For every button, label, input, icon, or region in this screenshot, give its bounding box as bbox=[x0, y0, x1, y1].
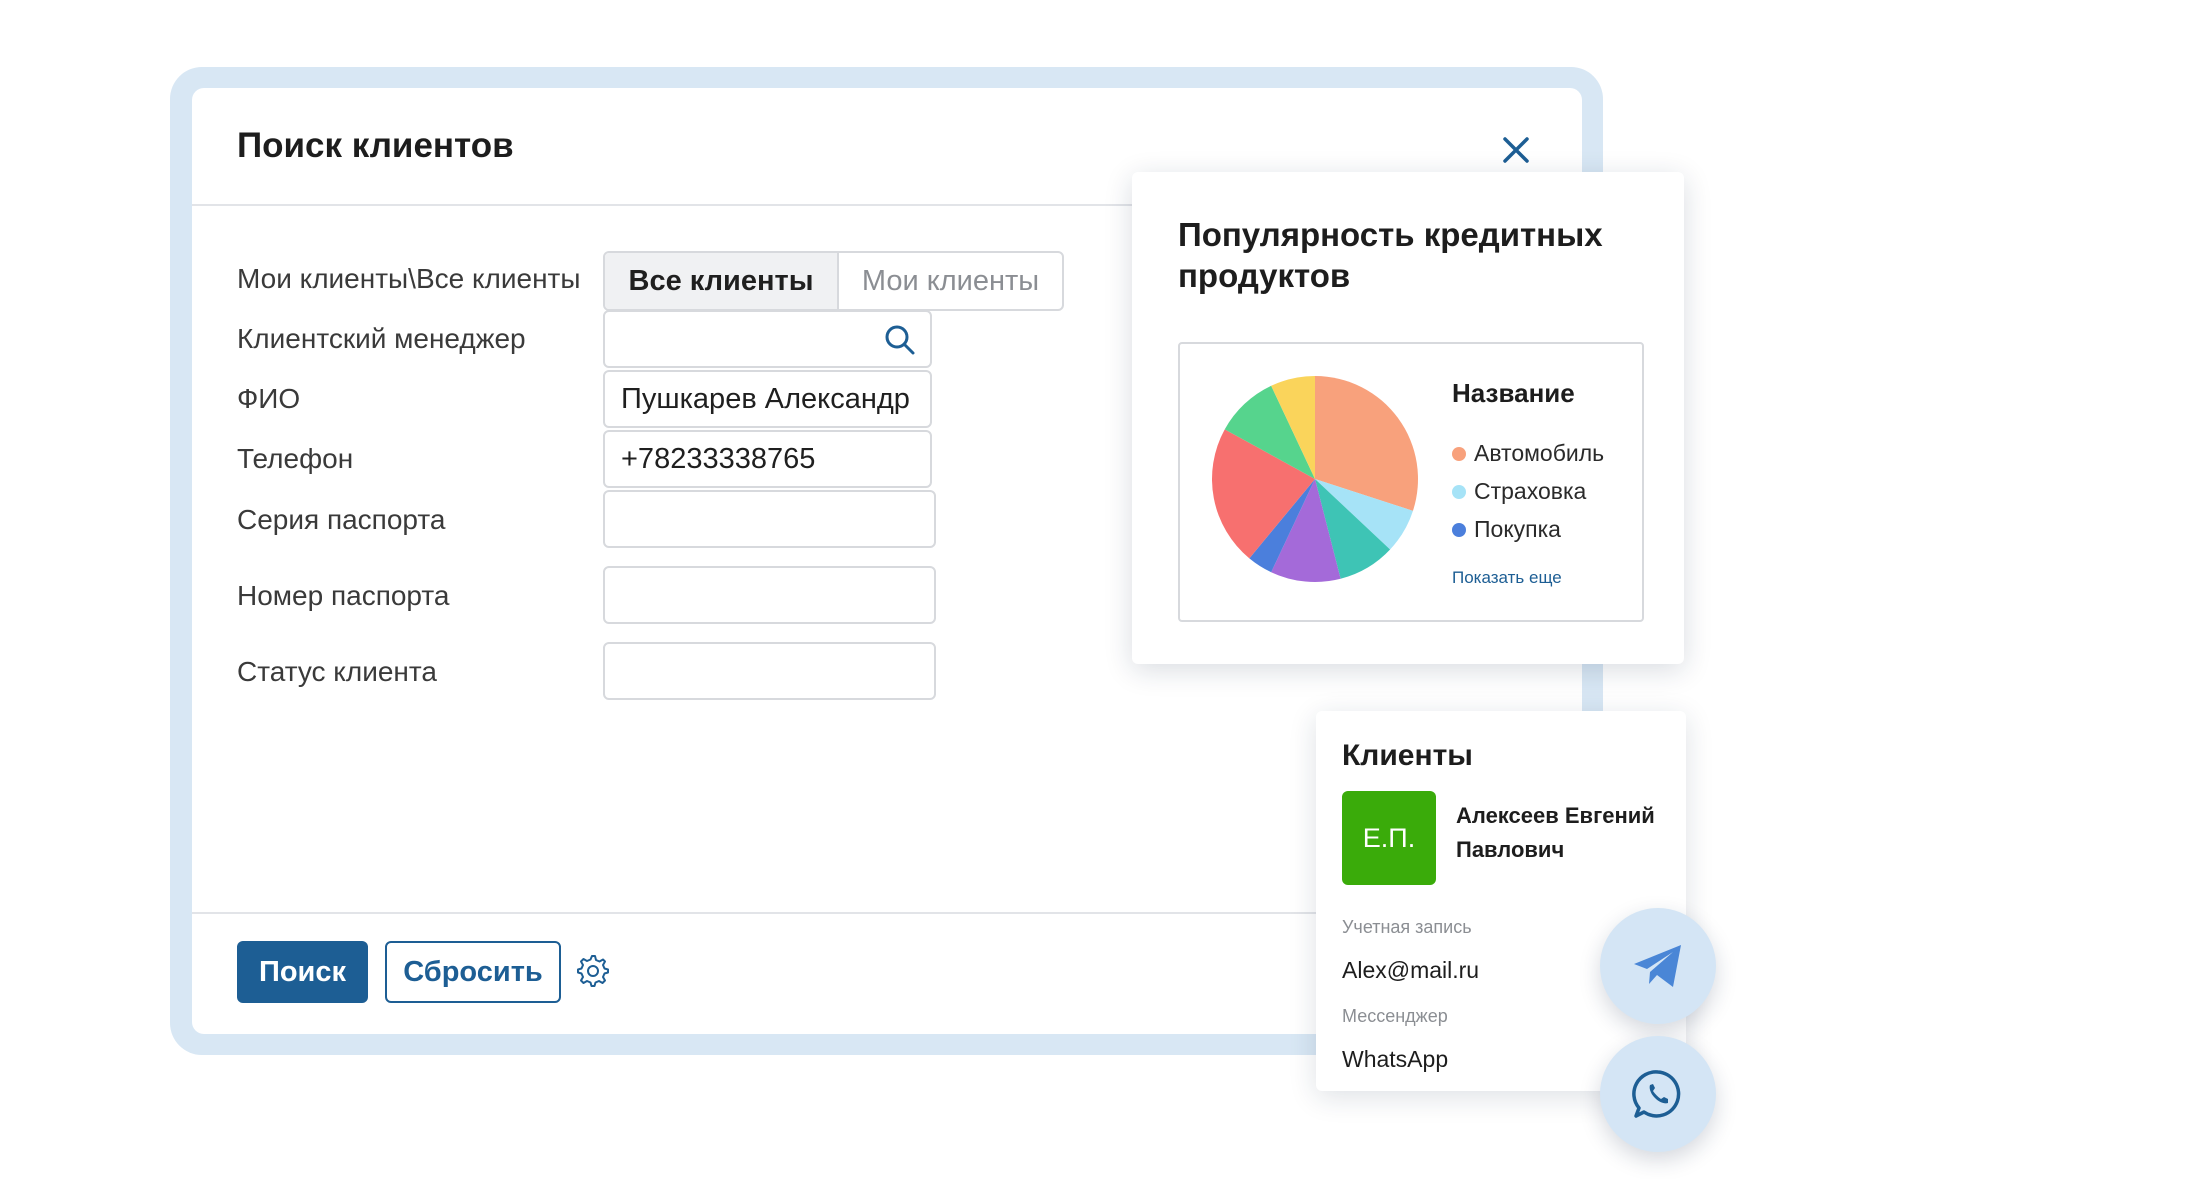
legend-title: Название bbox=[1452, 378, 1575, 408]
passport-number-input[interactable] bbox=[603, 566, 936, 624]
passport-series-label: Серия паспорта bbox=[237, 504, 446, 535]
legend-item-purchase: Покупка bbox=[1452, 516, 1561, 543]
phone-input[interactable]: +78233338765 bbox=[603, 430, 932, 488]
scope-option-all[interactable]: Все клиенты bbox=[605, 253, 839, 309]
avatar[interactable]: Е.П. bbox=[1342, 791, 1436, 885]
scope-segmented-control: Все клиенты Мои клиенты bbox=[603, 251, 1064, 311]
client-card: Клиенты Е.П. Алексеев Евгений Павлович У… bbox=[1316, 711, 1686, 1091]
search-icon[interactable] bbox=[884, 324, 916, 356]
whatsapp-icon bbox=[1632, 1070, 1681, 1118]
passport-series-input[interactable] bbox=[603, 490, 936, 548]
client-status-label: Статус клиента bbox=[237, 656, 437, 687]
fio-input[interactable]: Пушкарев Александр Сергеевич bbox=[603, 370, 932, 469]
gear-icon[interactable] bbox=[576, 954, 610, 988]
legend-item-auto: Автомобиль bbox=[1452, 440, 1604, 467]
passport-number-label: Номер паспорта bbox=[237, 580, 450, 611]
legend-label: Автомобиль bbox=[1474, 440, 1605, 466]
legend-label: Страховка bbox=[1474, 478, 1587, 504]
account-value: Alex@mail.ru bbox=[1342, 957, 1480, 983]
close-button[interactable] bbox=[1494, 128, 1538, 172]
close-icon bbox=[1503, 137, 1529, 163]
manager-search-input[interactable] bbox=[603, 310, 932, 368]
reset-button[interactable]: Сбросить bbox=[385, 941, 561, 1003]
fio-label: ФИО bbox=[237, 383, 301, 414]
telegram-button[interactable] bbox=[1600, 908, 1716, 1024]
scope-label: Мои клиенты\Все клиенты bbox=[237, 263, 581, 294]
legend-dot bbox=[1452, 446, 1466, 461]
messenger-caption: Мессенджер bbox=[1342, 1006, 1448, 1026]
legend-item-insurance: Страховка bbox=[1452, 478, 1586, 505]
show-more-link[interactable]: Показать еще bbox=[1452, 568, 1562, 588]
account-caption: Учетная запись bbox=[1342, 917, 1472, 937]
client-card-title: Клиенты bbox=[1342, 739, 1473, 772]
client-name: Алексеев Евгений Павлович bbox=[1456, 803, 1655, 862]
telegram-icon bbox=[1634, 945, 1681, 987]
scope-option-mine[interactable]: Мои клиенты bbox=[839, 253, 1062, 309]
credit-products-card: Популярность кредитных продуктов Названи… bbox=[1132, 172, 1684, 664]
pie-chart bbox=[1212, 376, 1418, 582]
legend-dot bbox=[1452, 484, 1466, 499]
pie-chart-panel: Название Автомобиль Страховка Покупка По… bbox=[1178, 342, 1644, 622]
legend-dot bbox=[1452, 522, 1466, 537]
pie-card-title: Популярность кредитных продуктов bbox=[1178, 216, 1603, 294]
dialog-title: Поиск клиентов bbox=[237, 126, 514, 165]
messenger-value: WhatsApp bbox=[1342, 1046, 1449, 1072]
client-status-input[interactable] bbox=[603, 642, 936, 700]
phone-value: +78233338765 bbox=[621, 443, 816, 475]
whatsapp-button[interactable] bbox=[1600, 1036, 1716, 1152]
phone-label: Телефон bbox=[237, 443, 354, 474]
search-button[interactable]: Поиск bbox=[237, 941, 368, 1003]
manager-label: Клиентский менеджер bbox=[237, 323, 526, 354]
legend-label: Покупка bbox=[1474, 516, 1561, 542]
